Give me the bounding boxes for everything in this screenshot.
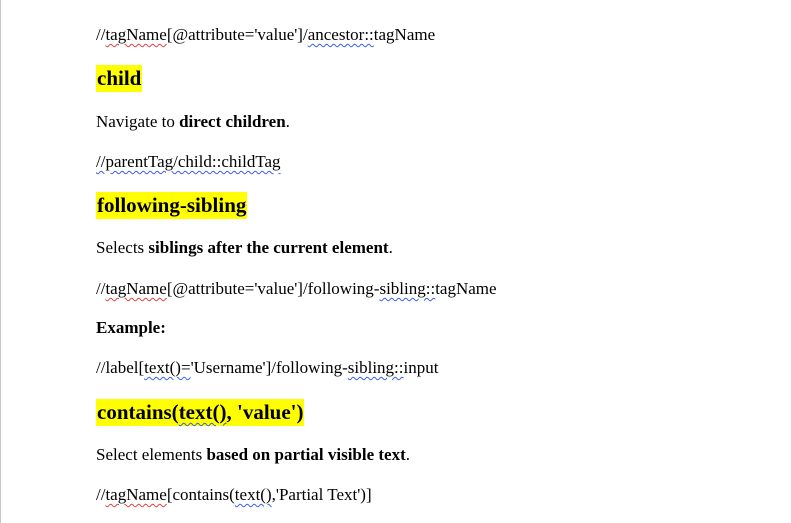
- xpath-following-sibling-syntax: //tagName[@attribute='value']/following-…: [96, 278, 497, 300]
- text-run: , 'value'): [226, 400, 304, 424]
- text-run: .: [388, 238, 393, 257]
- text-run: Navigate to: [96, 112, 180, 131]
- text-run: tagName: [373, 25, 436, 44]
- text-run: Select elements: [96, 445, 207, 464]
- text-run: [contains(: [166, 485, 235, 504]
- text-run: contains(: [97, 400, 179, 424]
- grammar-word[interactable]: sibling::: [348, 358, 404, 377]
- text-run: Selects: [96, 238, 149, 257]
- bold-text: based on partial visible text: [206, 445, 406, 464]
- grammar-word[interactable]: sibling::: [379, 279, 435, 298]
- grammar-phrase[interactable]: //parentTag/child::childTag: [96, 152, 281, 171]
- heading-contains-text: contains(text(), 'value'): [96, 399, 305, 426]
- bold-text: Example:: [96, 318, 166, 337]
- paragraph-following-sibling-description: Selects siblings after the current eleme…: [96, 237, 393, 259]
- heading-following-sibling: following-sibling: [96, 192, 248, 219]
- bold-text: siblings after the current element: [148, 238, 389, 257]
- grammar-word[interactable]: ancestor::: [308, 25, 374, 44]
- spellcheck-word[interactable]: tagName: [105, 25, 166, 44]
- text-run: ,'Partial Text')]: [271, 485, 372, 504]
- xpath-following-sibling-example: //label[text()='Username']/following-sib…: [96, 357, 438, 379]
- heading-child: child: [96, 65, 143, 92]
- example-label: Example:: [96, 317, 166, 339]
- grammar-word[interactable]: text(): [179, 400, 227, 424]
- text-run: //label[: [96, 358, 145, 377]
- page-left-edge: [0, 0, 1, 523]
- paragraph-child-description: Navigate to direct children.: [96, 111, 290, 133]
- text-run: .: [405, 445, 411, 464]
- grammar-word[interactable]: text()=: [144, 358, 190, 377]
- text-run: tagName: [435, 279, 497, 298]
- text-run: [@attribute='value']/: [166, 25, 308, 44]
- spellcheck-word[interactable]: tagName: [105, 279, 166, 298]
- xpath-child-example: //parentTag/child::childTag: [96, 151, 281, 173]
- spellcheck-word[interactable]: tagName: [105, 485, 166, 504]
- text-run: 'Username']/following-: [190, 358, 348, 377]
- xpath-ancestor-example: //tagName[@attribute='value']/ancestor::…: [96, 24, 435, 46]
- grammar-word[interactable]: text(): [235, 485, 272, 504]
- xpath-contains-example: //tagName[contains(text(),'Partial Text'…: [96, 484, 372, 506]
- text-run: .: [285, 112, 290, 131]
- paragraph-contains-description: Select elements based on partial visible…: [96, 444, 410, 466]
- bold-text: direct children: [179, 112, 286, 131]
- text-run: [@attribute='value']/following-: [166, 279, 380, 298]
- text-run: input: [403, 358, 439, 377]
